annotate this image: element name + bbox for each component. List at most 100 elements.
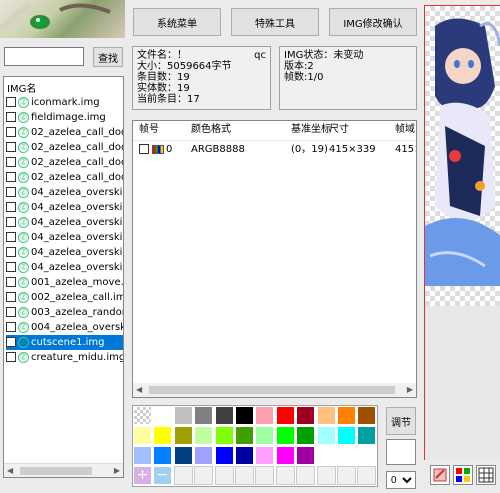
empty-swatch[interactable] xyxy=(235,466,254,485)
color-swatch[interactable] xyxy=(255,426,275,445)
color-swatch[interactable] xyxy=(275,446,295,465)
item-checkbox[interactable] xyxy=(6,172,16,182)
color-swatch[interactable] xyxy=(214,406,234,425)
item-checkbox[interactable] xyxy=(6,322,16,332)
empty-swatch[interactable] xyxy=(337,466,356,485)
empty-swatch[interactable] xyxy=(214,466,234,485)
item-checkbox[interactable] xyxy=(6,262,16,272)
color-swatch[interactable] xyxy=(255,446,275,465)
list-item[interactable]: Ⓩ 02_azelea_call_dodg xyxy=(6,140,123,155)
list-item[interactable]: Ⓩcutscene1.img xyxy=(6,335,123,350)
list-item[interactable]: Ⓩ 04_azelea_overskill_ xyxy=(6,185,123,200)
empty-swatch[interactable] xyxy=(255,466,275,485)
color-swatch[interactable] xyxy=(235,406,254,425)
color-palette[interactable]: + − xyxy=(132,405,378,487)
table-row[interactable]: 0 ARGB8888 (0，19) 415×339 415× xyxy=(133,141,416,158)
horizontal-scrollbar[interactable]: ◀ ▶ xyxy=(4,463,123,477)
color-swatch[interactable] xyxy=(173,426,193,445)
color-picker-icon[interactable] xyxy=(430,465,450,485)
list-item[interactable]: Ⓩ 02_azelea_call_dodg xyxy=(6,155,123,170)
search-input[interactable] xyxy=(4,47,84,66)
row-checkbox[interactable] xyxy=(139,144,149,154)
scroll-right-icon[interactable]: ▶ xyxy=(114,466,120,475)
item-checkbox[interactable] xyxy=(6,157,16,167)
item-checkbox[interactable] xyxy=(6,352,16,362)
empty-swatch[interactable] xyxy=(173,466,193,485)
color-swatch[interactable] xyxy=(153,426,173,445)
color-swatch[interactable] xyxy=(357,406,377,425)
item-checkbox[interactable] xyxy=(6,127,16,137)
scroll-right-icon[interactable]: ▶ xyxy=(407,385,413,394)
empty-swatch[interactable] xyxy=(296,466,316,485)
list-item[interactable]: Ⓩ 02_azelea_call_dodg xyxy=(6,170,123,185)
list-item[interactable]: Ⓩ 04_azelea_overskill_ xyxy=(6,200,123,215)
empty-swatch[interactable] xyxy=(275,466,295,485)
scroll-left-icon[interactable]: ◀ xyxy=(7,466,13,475)
color-swatch[interactable] xyxy=(153,446,173,465)
color-swatch[interactable] xyxy=(194,406,214,425)
col-domain[interactable]: 帧域 xyxy=(395,121,415,139)
color-swatch[interactable] xyxy=(357,426,377,445)
color-swatch[interactable] xyxy=(153,406,173,425)
empty-swatch[interactable] xyxy=(357,466,377,485)
list-item[interactable]: Ⓩ 002_azelea_call.img xyxy=(6,290,123,305)
color-swatch[interactable] xyxy=(194,446,214,465)
list-item[interactable]: Ⓩfieldimage.img xyxy=(6,110,123,125)
color-swatch[interactable] xyxy=(173,406,193,425)
item-checkbox[interactable] xyxy=(6,142,16,152)
color-swatch[interactable] xyxy=(214,426,234,445)
list-item[interactable]: Ⓩ 04_azelea_overskill_ xyxy=(6,215,123,230)
frame-table[interactable]: 帧号 颜色格式 基准坐标 尺寸 帧域 0 ARGB8888 (0，19) 415… xyxy=(132,120,417,398)
list-item[interactable]: Ⓩ 04_azelea_overskill_ xyxy=(6,260,123,275)
item-checkbox[interactable] xyxy=(6,337,16,347)
color-swatch[interactable] xyxy=(275,406,295,425)
color-swatch[interactable] xyxy=(316,406,336,425)
item-checkbox[interactable] xyxy=(6,202,16,212)
item-checkbox[interactable] xyxy=(6,112,16,122)
color-swatch[interactable] xyxy=(214,446,234,465)
search-button[interactable]: 查找 xyxy=(93,47,123,67)
adjust-button[interactable]: 调节 xyxy=(386,407,416,435)
col-format[interactable]: 颜色格式 xyxy=(191,121,231,139)
zoom-select[interactable]: 0 xyxy=(386,471,416,489)
palette-grid-icon[interactable] xyxy=(453,465,473,485)
color-swatch[interactable] xyxy=(296,426,316,445)
color-swatch[interactable] xyxy=(235,426,254,445)
img-list[interactable]: IMG名 Ⓩiconmark.img Ⓩfieldimage.img Ⓩ 02_aze… xyxy=(3,76,124,478)
item-checkbox[interactable] xyxy=(6,187,16,197)
color-swatch[interactable] xyxy=(275,426,295,445)
item-checkbox[interactable] xyxy=(6,232,16,242)
list-item[interactable]: Ⓩiconmark.img xyxy=(6,95,123,110)
empty-swatch[interactable] xyxy=(316,466,336,485)
color-swatch[interactable] xyxy=(296,406,316,425)
image-preview-pane[interactable] xyxy=(424,5,500,460)
list-item[interactable]: Ⓩ 04_azelea_overskill_ xyxy=(6,230,123,245)
color-swatch[interactable] xyxy=(133,426,152,445)
color-swatch[interactable] xyxy=(133,446,152,465)
add-color-button[interactable]: + xyxy=(133,466,152,485)
remove-color-button[interactable]: − xyxy=(153,466,172,485)
grid-view-icon[interactable] xyxy=(476,465,496,485)
col-coord[interactable]: 基准坐标 xyxy=(291,121,331,139)
list-item[interactable]: Ⓩ 04_azelea_overskill_ xyxy=(6,245,123,260)
scroll-left-icon[interactable]: ◀ xyxy=(136,385,142,394)
color-swatch[interactable] xyxy=(235,446,254,465)
item-checkbox[interactable] xyxy=(6,292,16,302)
color-swatch[interactable] xyxy=(194,426,214,445)
list-item[interactable]: Ⓩ 02_azelea_call_dodg xyxy=(6,125,123,140)
item-checkbox[interactable] xyxy=(6,97,16,107)
color-swatch[interactable] xyxy=(316,426,336,445)
item-checkbox[interactable] xyxy=(6,307,16,317)
item-checkbox[interactable] xyxy=(6,247,16,257)
list-item[interactable]: Ⓩ001_azelea_move.im xyxy=(6,275,123,290)
list-item[interactable]: Ⓩcreature_midu.img xyxy=(6,350,123,365)
item-checkbox[interactable] xyxy=(6,217,16,227)
scroll-thumb[interactable] xyxy=(20,467,92,475)
col-size[interactable]: 尺寸 xyxy=(329,121,349,139)
col-frame[interactable]: 帧号 xyxy=(139,121,159,139)
system-menu-button[interactable]: 系统菜单 xyxy=(133,8,221,36)
list-item[interactable]: Ⓩ 004_azelea_overskil xyxy=(6,320,123,335)
color-swatch[interactable] xyxy=(296,446,316,465)
list-item[interactable]: Ⓩ 003_azelea_random xyxy=(6,305,123,320)
transparent-swatch[interactable] xyxy=(133,406,152,425)
